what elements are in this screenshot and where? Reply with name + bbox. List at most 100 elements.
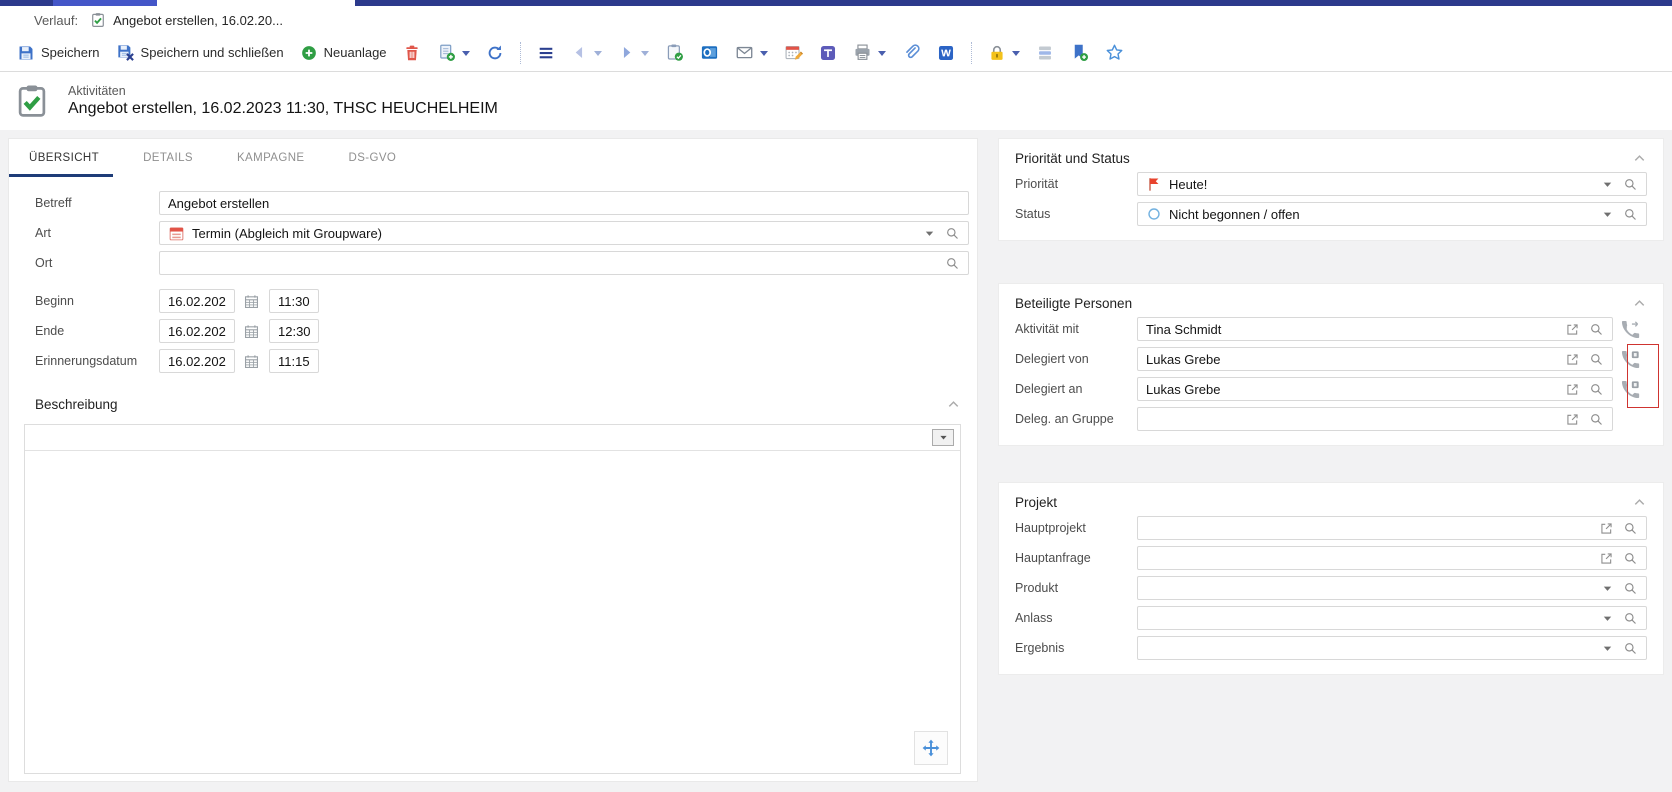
new-record-button[interactable]: Neuanlage (293, 40, 394, 66)
send-email-button[interactable] (728, 39, 775, 66)
add-bookmark-button[interactable] (1063, 39, 1096, 66)
ergebnis-select[interactable] (1137, 636, 1647, 660)
menu-button[interactable] (530, 40, 562, 66)
search-icon[interactable] (1589, 352, 1604, 367)
call-transfer-button[interactable] (1613, 320, 1647, 339)
tab-kampagne[interactable]: KAMPAGNE (237, 139, 305, 177)
ende-calendar-button[interactable] (239, 323, 263, 340)
panel-collapse-icon[interactable] (1632, 495, 1647, 510)
beginn-date-input[interactable] (159, 289, 235, 313)
tab-ds-gvo[interactable]: DS-GVO (348, 139, 396, 177)
copy-new-button[interactable] (430, 39, 477, 66)
ergebnis-dropdown-icon[interactable] (1601, 642, 1614, 655)
open-record-icon[interactable] (1565, 412, 1580, 427)
search-icon[interactable] (1623, 611, 1638, 626)
open-record-icon[interactable] (1599, 521, 1614, 536)
prioritaet-select[interactable]: Heute! (1137, 172, 1647, 196)
print-dropdown-arrow-icon[interactable] (878, 51, 886, 60)
permissions-button[interactable] (981, 40, 1027, 66)
tab-uebersicht[interactable]: ÜBERSICHT (29, 139, 99, 177)
description-editor[interactable] (24, 424, 961, 774)
save-and-close-button[interactable]: Speichern und schließen (109, 39, 291, 66)
hauptprojekt-input[interactable] (1137, 516, 1647, 540)
search-icon[interactable] (1589, 412, 1604, 427)
forward-dropdown-arrow-icon[interactable] (641, 51, 649, 60)
hauptanfrage-input[interactable] (1137, 546, 1647, 570)
attachment-button[interactable] (895, 39, 928, 66)
erinnerung-time-input[interactable] (269, 349, 319, 373)
open-record-icon[interactable] (1565, 352, 1580, 367)
open-record-icon[interactable] (1565, 322, 1580, 337)
toolbar-separator (971, 42, 972, 64)
activity-form: Betreff Art Termin (Abgleich mit Groupwa… (9, 191, 977, 373)
search-icon[interactable] (1623, 581, 1638, 596)
anlass-select[interactable] (1137, 606, 1647, 630)
beginn-calendar-button[interactable] (239, 293, 263, 310)
edit-appointment-button[interactable] (777, 39, 810, 66)
word-export-button[interactable] (930, 40, 962, 66)
delegiert-an-value: Lukas Grebe (1146, 382, 1220, 397)
beginn-time-input[interactable] (269, 289, 319, 313)
aktivitaet-mit-input[interactable]: Tina Schmidt (1137, 317, 1613, 341)
email-dropdown-arrow-icon[interactable] (760, 51, 768, 60)
search-icon[interactable] (1623, 641, 1638, 656)
art-dropdown-icon[interactable] (923, 227, 936, 240)
status-value: Nicht begonnen / offen (1169, 207, 1300, 222)
status-select[interactable]: Nicht begonnen / offen (1137, 202, 1647, 226)
groupware-sync-button[interactable] (658, 39, 691, 66)
ort-search-icon[interactable] (945, 256, 960, 271)
betreff-input[interactable] (159, 191, 969, 215)
produkt-select[interactable] (1137, 576, 1647, 600)
navigate-forward-button[interactable] (611, 40, 656, 65)
copy-dropdown-arrow-icon[interactable] (462, 51, 470, 60)
search-icon[interactable] (1623, 521, 1638, 536)
refresh-button[interactable] (479, 40, 511, 66)
panel-collapse-icon[interactable] (1632, 296, 1647, 311)
deleg-an-gruppe-input[interactable] (1137, 407, 1613, 431)
history-tab-activity[interactable]: Angebot erstellen, 16.02.20... (90, 12, 283, 28)
anlass-dropdown-icon[interactable] (1601, 612, 1614, 625)
save-button[interactable]: Speichern (10, 40, 107, 66)
search-icon[interactable] (1623, 551, 1638, 566)
print-button[interactable] (846, 39, 893, 66)
teams-button[interactable] (812, 40, 844, 66)
top-strip-navy-right (355, 0, 1672, 6)
dataset-button[interactable] (1029, 40, 1061, 66)
status-dropdown-icon[interactable] (1601, 208, 1614, 221)
tab-details[interactable]: DETAILS (143, 139, 193, 177)
delete-button[interactable] (396, 40, 428, 66)
history-tab-label: Angebot erstellen, 16.02.20... (113, 13, 283, 28)
overview-panel: ÜBERSICHT DETAILS KAMPAGNE DS-GVO Betref… (8, 138, 978, 782)
permissions-dropdown-arrow-icon[interactable] (1012, 51, 1020, 60)
favorite-button[interactable] (1098, 39, 1131, 66)
ort-input[interactable] (159, 251, 969, 275)
description-collapse-icon[interactable] (946, 397, 961, 412)
dial-delegiert-von-button[interactable] (1613, 350, 1647, 369)
ende-time-input[interactable] (269, 319, 319, 343)
back-dropdown-arrow-icon[interactable] (594, 51, 602, 60)
ende-date-input[interactable] (159, 319, 235, 343)
delegiert-an-input[interactable]: Lukas Grebe (1137, 377, 1613, 401)
prioritaet-dropdown-icon[interactable] (1601, 178, 1614, 191)
search-icon[interactable] (1589, 322, 1604, 337)
navigate-back-button[interactable] (564, 40, 609, 65)
description-toolbar-dropdown-button[interactable] (932, 429, 954, 446)
panel-collapse-icon[interactable] (1632, 151, 1647, 166)
calendar-edit-icon (784, 43, 803, 62)
search-icon[interactable] (1589, 382, 1604, 397)
dial-delegiert-an-button[interactable] (1613, 380, 1647, 399)
delegiert-von-input[interactable]: Lukas Grebe (1137, 347, 1613, 371)
description-move-button[interactable] (914, 731, 948, 765)
status-search-icon[interactable] (1623, 207, 1638, 222)
produkt-dropdown-icon[interactable] (1601, 582, 1614, 595)
open-record-icon[interactable] (1565, 382, 1580, 397)
erinnerung-date-input[interactable] (159, 349, 235, 373)
outlook-button[interactable] (693, 39, 726, 66)
open-record-icon[interactable] (1599, 551, 1614, 566)
erinnerung-calendar-button[interactable] (239, 353, 263, 370)
stack-icon (1036, 44, 1054, 62)
art-select[interactable]: Termin (Abgleich mit Groupware) (159, 221, 969, 245)
art-search-icon[interactable] (945, 226, 960, 241)
calendar-grid-icon (243, 293, 260, 310)
prioritaet-search-icon[interactable] (1623, 177, 1638, 192)
